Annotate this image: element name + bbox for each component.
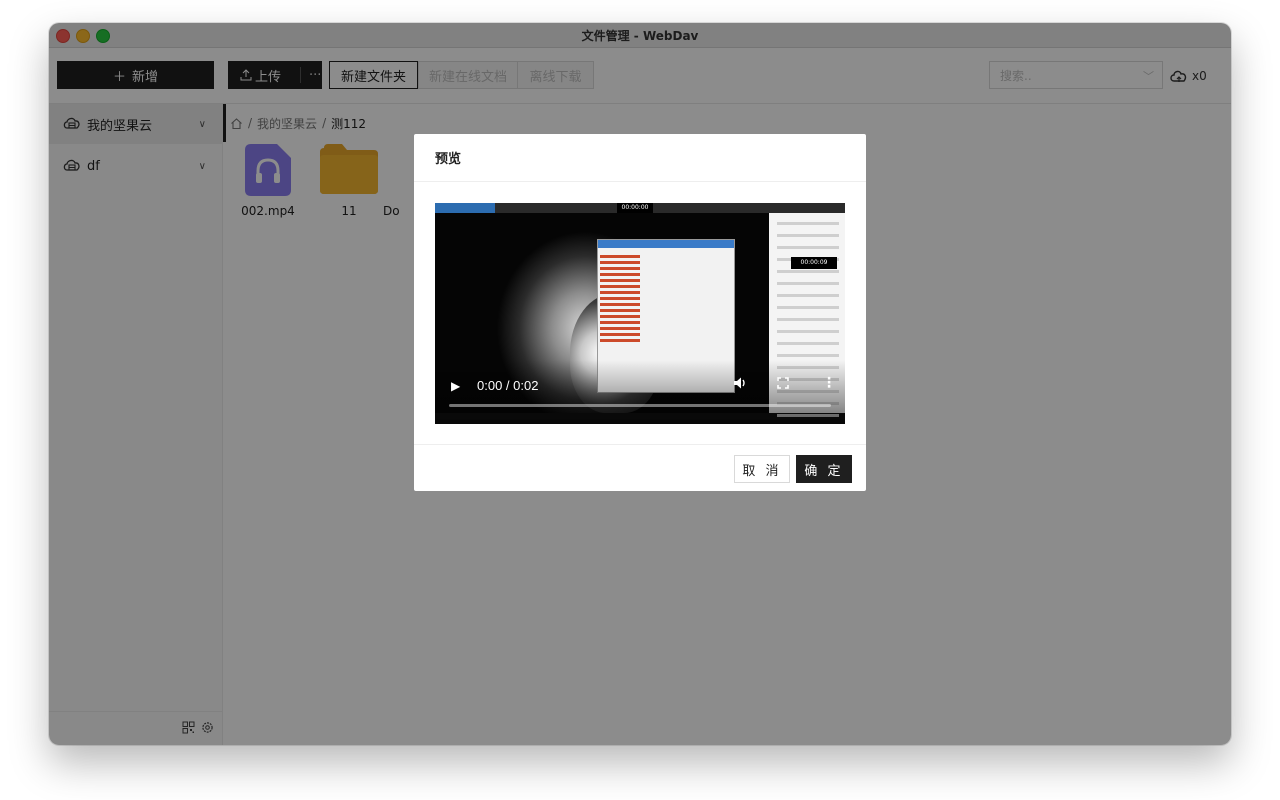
- play-icon[interactable]: ▶: [451, 379, 460, 393]
- dialog-title: 预览: [414, 134, 866, 182]
- preview-dialog: 预览 00:00:00 00:00:09 ▶ 0:00 / 0:02: [414, 134, 866, 491]
- video-frame-side-timecode: 00:00:09: [791, 257, 837, 269]
- app-window: 文件管理 - WebDav ＋ 新增 上传 ··· 新建文件夹 新建在线文档 离…: [49, 23, 1231, 745]
- volume-icon[interactable]: [733, 376, 747, 390]
- video-frame-timecode: 00:00:00: [617, 203, 653, 213]
- video-frame-topbar: 00:00:00: [435, 203, 845, 213]
- cancel-button[interactable]: 取 消: [734, 455, 790, 483]
- dialog-footer: 取 消 确 定: [414, 444, 866, 491]
- video-player[interactable]: 00:00:00 00:00:09 ▶ 0:00 / 0:02: [435, 203, 845, 424]
- more-options-icon[interactable]: ⋮: [822, 375, 836, 391]
- fullscreen-icon[interactable]: [777, 377, 789, 389]
- video-time: 0:00 / 0:02: [477, 378, 538, 393]
- video-controls: ▶ 0:00 / 0:02 ⋮: [435, 360, 845, 424]
- confirm-button[interactable]: 确 定: [796, 455, 852, 483]
- video-progress-bar[interactable]: [449, 404, 831, 407]
